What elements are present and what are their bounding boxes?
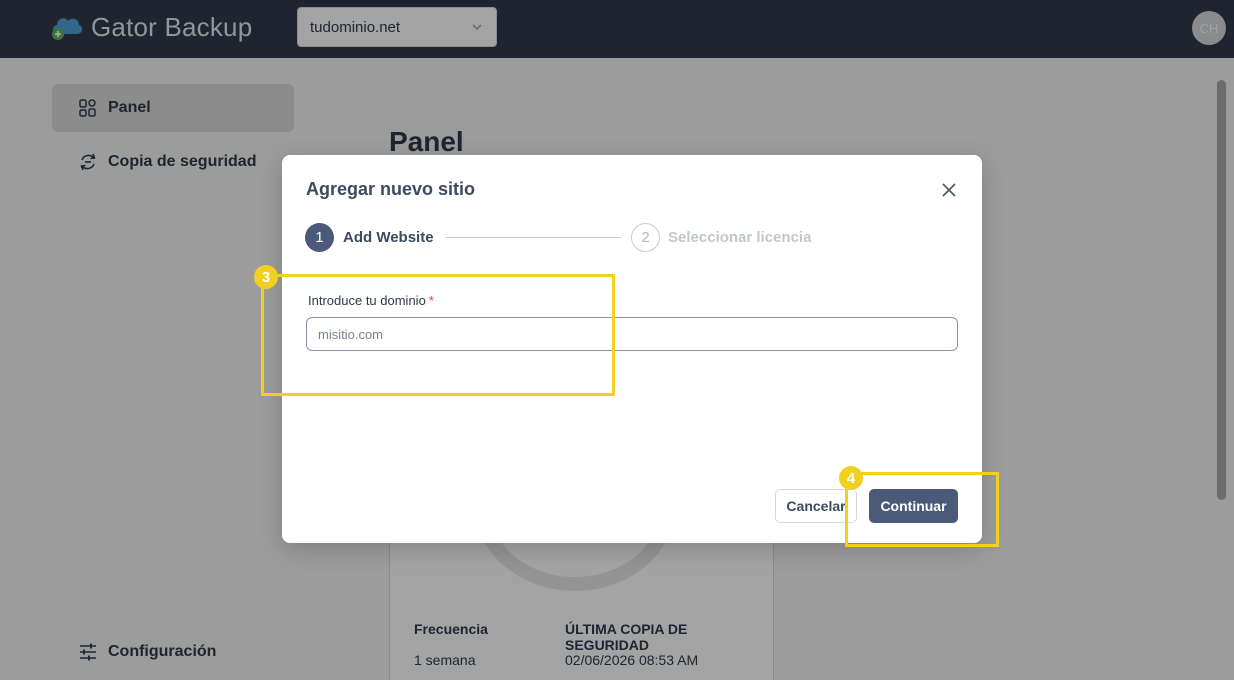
close-button[interactable]: [938, 179, 960, 201]
step-1-label: Add Website: [343, 229, 434, 246]
callout-box-continue: [845, 472, 999, 547]
callout-box-domain-field: [261, 274, 615, 396]
step-connector: [445, 237, 621, 238]
step-1-number: 1: [305, 223, 334, 252]
modal-title: Agregar nuevo sitio: [306, 179, 476, 199]
callout-badge-3: 3: [254, 265, 278, 289]
step-2-number: 2: [631, 223, 660, 252]
step-2-label: Seleccionar licencia: [668, 229, 812, 246]
close-icon: [942, 183, 956, 197]
callout-badge-4: 4: [839, 466, 863, 490]
